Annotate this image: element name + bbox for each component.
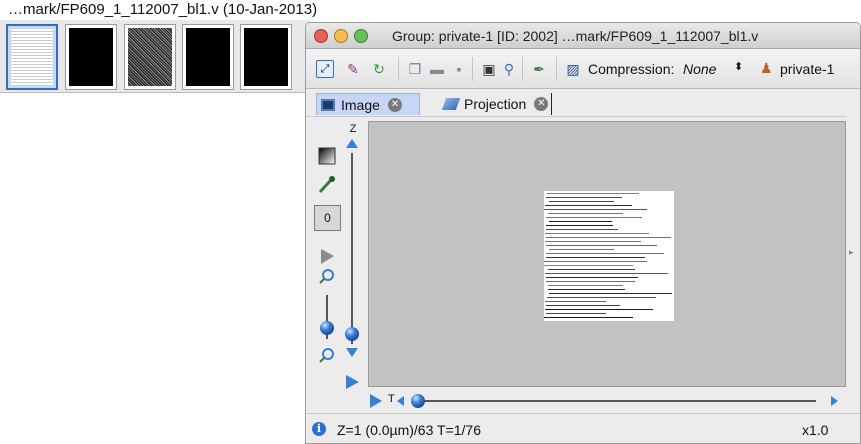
image-texture-row bbox=[545, 309, 653, 310]
thumbnail-1[interactable] bbox=[6, 24, 58, 90]
image-texture-row bbox=[544, 209, 647, 210]
image-texture-row bbox=[548, 269, 635, 270]
image-texture-row bbox=[546, 305, 620, 306]
zoom-window-button[interactable] bbox=[354, 29, 368, 43]
image-texture-row bbox=[546, 237, 671, 238]
t-left-arrow-icon[interactable] bbox=[397, 396, 404, 406]
compression-select[interactable]: None bbox=[683, 61, 716, 77]
window-title: Group: private-1 [ID: 2002] …mark/FP609_… bbox=[392, 28, 759, 44]
tab-bar: Image ✕ Projection ✕ ▸ ▸ bbox=[306, 89, 860, 117]
image-texture-row bbox=[548, 289, 625, 290]
info-icon: i bbox=[312, 422, 326, 436]
minimize-window-button[interactable] bbox=[334, 29, 348, 43]
image-texture-row bbox=[549, 221, 612, 222]
image-texture-row bbox=[545, 301, 606, 302]
image-texture-row bbox=[546, 225, 613, 226]
image-texture-row bbox=[547, 193, 639, 194]
image-texture-row bbox=[549, 249, 614, 250]
t-play-icon[interactable] bbox=[370, 394, 382, 408]
tab-image-label: Image bbox=[341, 96, 380, 113]
zoom-out-icon[interactable] bbox=[319, 348, 334, 363]
t-slider-thumb[interactable] bbox=[411, 394, 425, 408]
image-texture-row bbox=[546, 313, 606, 314]
channel-button[interactable]: 0 bbox=[314, 205, 341, 231]
compression-icon: ▨ bbox=[566, 61, 580, 77]
toolbar: ⤢ ✎ ↻ ❐ ▬ ▪ ▣ ⚲ ✒ ▨ Compression: None ⬍ … bbox=[306, 49, 860, 89]
user-icon: ♟ bbox=[760, 60, 773, 76]
z-label: Z bbox=[349, 123, 357, 135]
thumbnail-3[interactable] bbox=[124, 24, 176, 90]
side-tools-graphics bbox=[318, 139, 359, 389]
select-arrows-icon[interactable]: ⬍ bbox=[734, 60, 743, 73]
thumbnail-strip bbox=[0, 20, 310, 93]
z-play-icon[interactable] bbox=[346, 375, 359, 389]
save-settings-icon[interactable]: ▪ bbox=[450, 60, 468, 78]
t-slider-bar bbox=[370, 394, 838, 408]
z-up-arrow-icon[interactable] bbox=[346, 139, 358, 148]
image-texture-row bbox=[546, 277, 638, 278]
play-icon[interactable] bbox=[321, 249, 334, 264]
lut-icon[interactable] bbox=[318, 147, 336, 165]
microscopy-image[interactable] bbox=[544, 191, 674, 321]
status-text: Z=1 (0.0µm)/63 T=1/76 bbox=[337, 422, 481, 438]
z-slider-thumb[interactable] bbox=[345, 327, 359, 341]
image-texture-row bbox=[545, 233, 649, 234]
right-scroll-area[interactable]: ▸ bbox=[846, 89, 860, 413]
image-texture-row bbox=[547, 297, 656, 298]
image-texture-row bbox=[544, 265, 633, 266]
close-tab-icon[interactable]: ✕ bbox=[387, 97, 402, 112]
window-titlebar[interactable]: Group: private-1 [ID: 2002] …mark/FP609_… bbox=[306, 23, 860, 49]
image-texture-row bbox=[548, 213, 623, 214]
zoom-in-icon[interactable] bbox=[319, 269, 334, 284]
color-picker-icon[interactable] bbox=[318, 176, 335, 194]
image-texture-row bbox=[544, 317, 633, 318]
image-texture-row bbox=[548, 285, 623, 286]
image-texture-row bbox=[549, 201, 614, 202]
image-texture-row bbox=[546, 281, 635, 282]
zoom-level: x1.0 bbox=[802, 422, 829, 438]
image-texture-row bbox=[545, 241, 641, 242]
paste-settings-icon[interactable]: ▬ bbox=[428, 60, 446, 78]
image-texture-row bbox=[546, 245, 657, 246]
fit-view-icon[interactable]: ⤢ bbox=[316, 60, 334, 78]
image-texture-row bbox=[546, 197, 622, 198]
image-texture-row bbox=[545, 205, 632, 206]
image-texture-row bbox=[544, 261, 647, 262]
side-tools-panel: Z 0 bbox=[306, 119, 364, 413]
t-right-arrow-icon[interactable] bbox=[831, 396, 838, 406]
copy-settings-icon[interactable]: ❐ bbox=[406, 60, 424, 78]
thumbnail-5[interactable] bbox=[240, 24, 292, 90]
magnifier-icon[interactable]: ⚲ bbox=[500, 60, 518, 78]
status-bar: i Z=1 (0.0µm)/63 T=1/76 x1.0 bbox=[306, 413, 860, 443]
pipette-icon[interactable]: ✒ bbox=[530, 60, 548, 78]
thumbnail-4[interactable] bbox=[182, 24, 234, 90]
image-icon bbox=[321, 98, 335, 111]
tab-projection-label: Projection bbox=[464, 96, 527, 112]
thumbnail-2[interactable] bbox=[65, 24, 117, 90]
image-texture-row bbox=[546, 257, 645, 258]
t-label: T bbox=[388, 393, 395, 405]
gallery-body bbox=[0, 94, 310, 444]
image-texture-row bbox=[549, 293, 672, 294]
movie-icon[interactable]: ▣ bbox=[480, 60, 498, 78]
image-viewport[interactable] bbox=[368, 121, 846, 387]
gallery-title: …mark/FP609_1_112007_bl1.v (10-Jan-2013) bbox=[0, 0, 861, 20]
image-viewer-window: Group: private-1 [ID: 2002] …mark/FP609_… bbox=[305, 22, 861, 444]
z-down-arrow-icon[interactable] bbox=[346, 348, 358, 357]
expand-arrow-icon[interactable]: ▸ bbox=[849, 247, 854, 258]
edit-rendering-icon[interactable]: ✎ bbox=[344, 60, 362, 78]
image-texture-row bbox=[546, 229, 618, 230]
refresh-icon[interactable]: ↻ bbox=[370, 60, 388, 78]
image-texture-row bbox=[545, 273, 668, 274]
image-texture-row bbox=[546, 253, 664, 254]
compression-label: Compression: bbox=[588, 61, 675, 77]
close-window-button[interactable] bbox=[314, 29, 328, 43]
projection-icon bbox=[441, 98, 461, 110]
tab-projection[interactable]: Projection ✕ bbox=[440, 93, 552, 115]
user-label[interactable]: private-1 bbox=[780, 61, 834, 77]
zoom-slider-thumb[interactable] bbox=[320, 321, 334, 335]
tab-image[interactable]: Image ✕ bbox=[316, 93, 420, 115]
close-tab-icon[interactable]: ✕ bbox=[534, 97, 549, 111]
image-texture-row bbox=[546, 217, 642, 218]
